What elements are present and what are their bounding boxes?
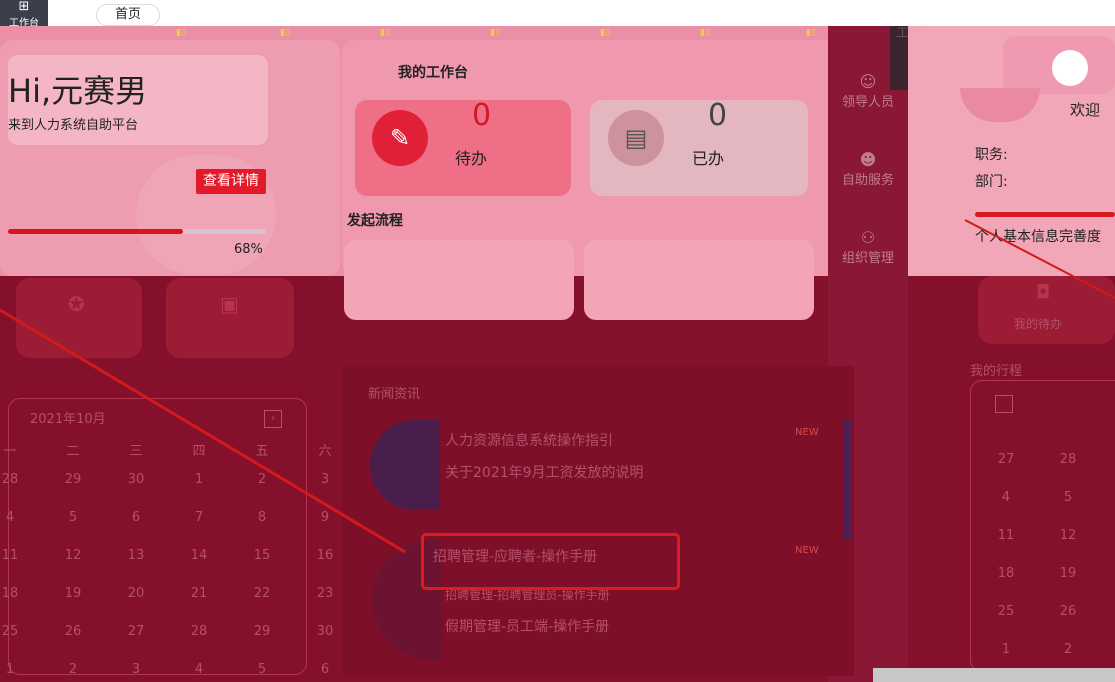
annotation-arrows [0,219,1115,554]
status-strip [873,668,1115,682]
